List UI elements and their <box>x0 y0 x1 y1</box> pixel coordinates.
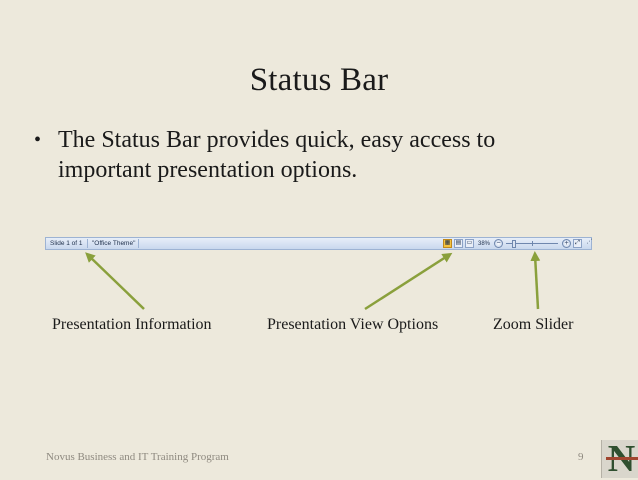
novus-logo: N <box>601 440 638 478</box>
label-presentation-view-options: Presentation View Options <box>267 316 439 333</box>
logo-stripe <box>606 457 638 460</box>
slide: Status Bar • The Status Bar provides qui… <box>0 0 638 478</box>
label-presentation-information: Presentation Information <box>52 316 212 333</box>
page-number: 9 <box>578 451 584 463</box>
arrow-zoom-slider <box>530 251 541 310</box>
arrow-presentation-view-options <box>364 252 453 311</box>
callout-arrows <box>85 251 541 311</box>
label-zoom-slider: Zoom Slider <box>493 316 574 333</box>
arrow-presentation-information <box>85 252 145 310</box>
footer-program-name: Novus Business and IT Training Program <box>46 451 229 463</box>
